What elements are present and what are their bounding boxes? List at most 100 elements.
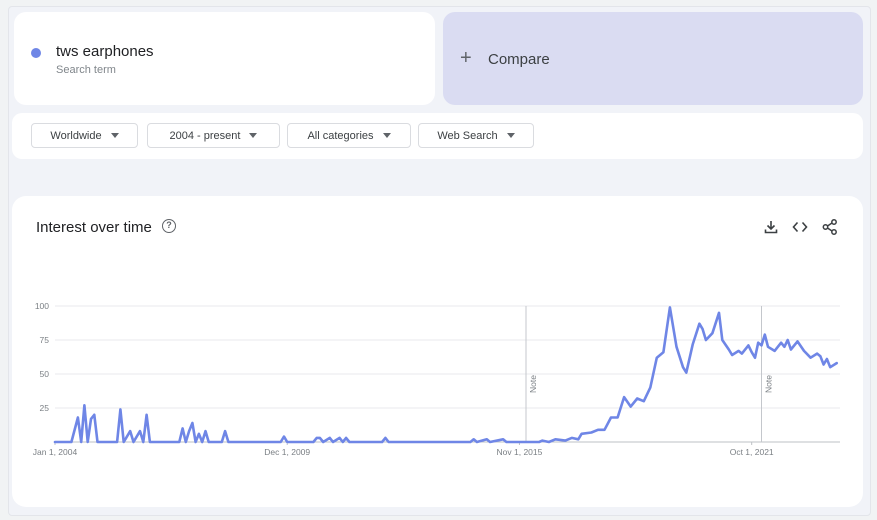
data-point [224,430,226,432]
time-range-filter[interactable]: 2004 - present [147,123,280,148]
data-point [208,441,210,443]
data-point [90,418,92,420]
data-point [388,441,390,443]
data-point [669,306,671,308]
data-point [191,422,193,424]
data-point [711,332,714,334]
data-point [280,441,282,443]
data-point [760,344,763,346]
data-point [342,441,344,443]
filter-bar: Worldwide 2004 - present All categories … [12,113,863,159]
data-point [603,429,606,431]
data-point [83,404,85,406]
caret-down-icon [110,133,119,138]
data-point [286,441,288,443]
data-point [816,353,818,355]
region-filter[interactable]: Worldwide [31,123,138,148]
data-point [116,441,118,443]
data-point [810,357,812,359]
data-point [198,433,200,435]
data-point [643,400,645,402]
data-point [705,339,707,341]
region-filter-label: Worldwide [50,129,102,142]
data-point [221,441,223,443]
data-point [119,408,121,410]
data-point [381,441,383,443]
data-point [548,441,550,443]
data-point [502,438,504,440]
data-point [505,441,507,443]
data-point [489,441,491,443]
data-point [649,387,651,389]
data-point [731,354,733,356]
data-point [721,339,723,341]
data-point [783,346,786,348]
y-tick-label: 75 [40,335,50,345]
data-point [636,397,638,400]
data-point [227,441,229,443]
data-point [741,353,743,355]
data-point [685,372,687,374]
search-term-card[interactable]: tws earphones Search term [14,12,435,105]
data-point [204,430,207,432]
data-point [182,427,184,429]
data-point [77,416,79,419]
data-point [96,441,99,443]
data-point [787,339,789,341]
y-tick-label: 100 [35,301,49,311]
data-point [767,346,769,348]
data-point [823,363,825,366]
data-point [283,436,285,438]
y-tick-label: 25 [40,403,50,413]
search-term-name[interactable]: tws earphones [56,43,154,60]
data-point [747,344,750,346]
data-point [486,438,488,440]
search-term-subtitle: Search term [56,64,116,76]
data-point [319,437,321,439]
series-line [53,306,838,444]
data-point [129,430,131,432]
data-point [329,437,331,439]
caret-down-icon [249,133,258,138]
data-point [754,357,756,359]
data-point [142,441,144,443]
data-point [698,323,701,325]
data-point [554,438,557,440]
data-point [538,441,540,443]
interest-over-time-card: Interest over time ? 25 50 75 100 Jan 1, 200… [12,196,863,507]
data-point [132,441,135,443]
data-point [738,350,740,352]
data-point [195,441,197,443]
x-tick-label: Jan 1, 2004 [33,447,78,457]
data-point [348,441,350,443]
data-point [581,433,583,435]
interest-line-chart: 25 50 75 100 Jan 1, 2004 Dec 1, 2009 Nov 1, 20… [33,301,840,457]
data-point [473,438,475,440]
data-point [70,441,72,443]
data-point [577,438,579,440]
category-filter[interactable]: All categories [287,123,411,148]
data-point [597,429,599,431]
data-point [682,366,684,368]
data-point [185,441,187,443]
note-label: Note [528,375,538,393]
data-point [80,441,82,443]
data-point [790,348,792,351]
data-point [764,334,766,336]
data-point [469,441,471,443]
data-point [692,343,694,345]
data-point [123,441,125,443]
caret-down-icon [382,133,391,138]
data-point [836,362,838,364]
compare-button[interactable]: + Compare [443,12,863,105]
data-point [675,346,678,348]
data-point [178,441,180,443]
data-point [509,441,511,443]
data-point [345,437,347,439]
x-tick-label: Oct 1, 2021 [730,447,774,457]
data-point [656,357,658,359]
data-point [780,342,782,344]
data-point [728,348,730,351]
search-type-filter[interactable]: Web Search [418,123,534,148]
data-point [188,430,190,432]
